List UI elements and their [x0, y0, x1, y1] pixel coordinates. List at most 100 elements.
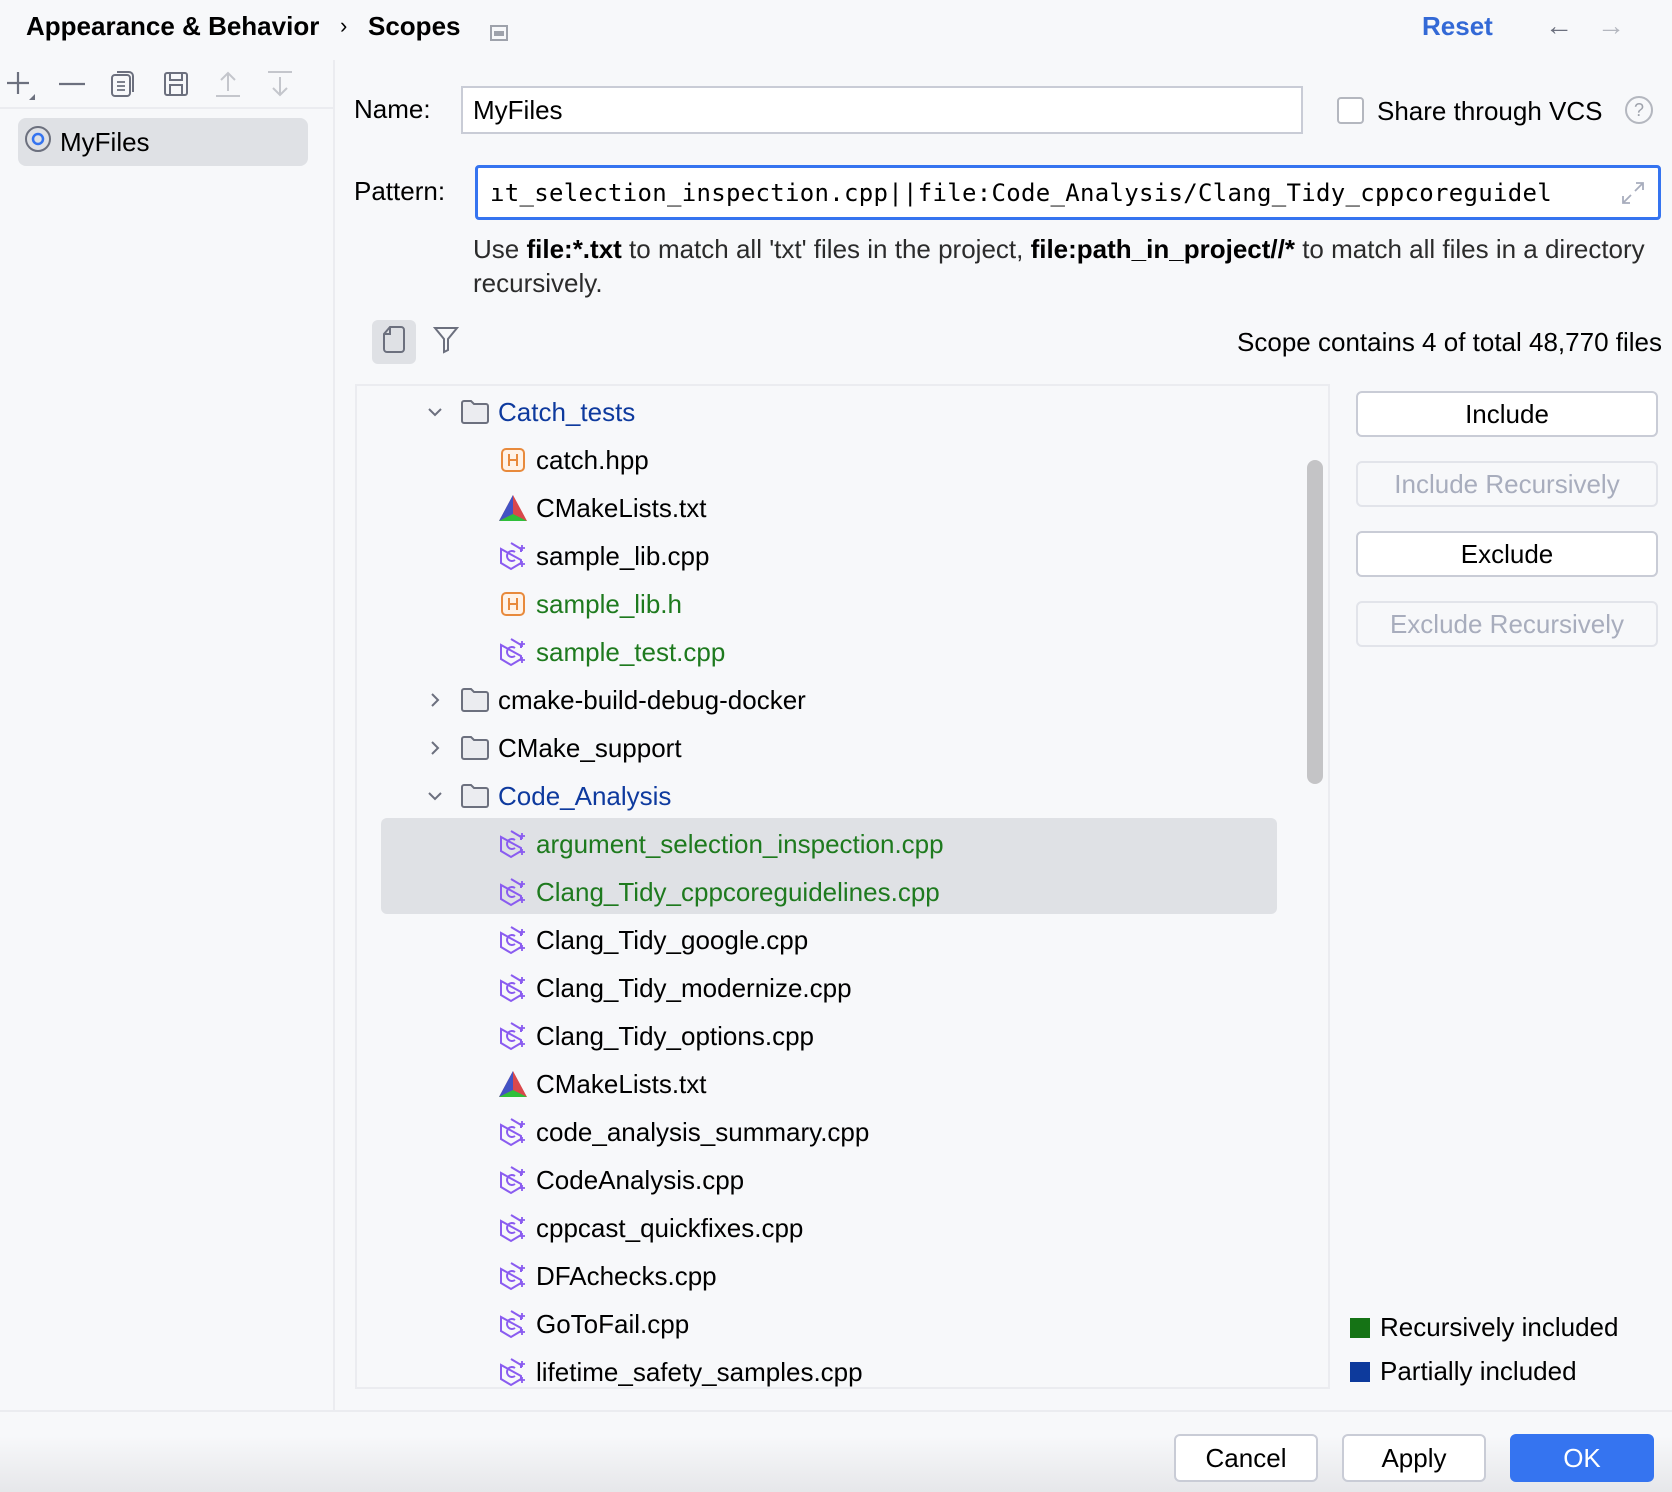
chevron-right-icon[interactable]	[424, 689, 446, 711]
move-up-icon[interactable]	[212, 68, 244, 100]
page-settings-icon[interactable]	[490, 17, 508, 41]
cmake-icon	[498, 493, 528, 523]
help-icon[interactable]: ?	[1625, 96, 1653, 124]
cpp-file-icon	[498, 1357, 528, 1387]
tree-file-row[interactable]: catch.hpp	[357, 436, 1287, 484]
tree-folder-row[interactable]: Code_Analysis	[357, 772, 1287, 820]
exclude-recursively-button[interactable]: Exclude Recursively	[1356, 601, 1658, 647]
add-icon[interactable]	[4, 68, 36, 100]
tree-file-row[interactable]: DFAchecks.cpp	[357, 1252, 1287, 1300]
breadcrumb-appearance-behavior[interactable]: Appearance & Behavior	[26, 8, 319, 44]
tree-item-label: Clang_Tidy_cppcoreguidelines.cpp	[536, 877, 940, 907]
reset-link[interactable]: Reset	[1422, 8, 1493, 44]
tree-file-row[interactable]: argument_selection_inspection.cpp	[357, 820, 1287, 868]
back-arrow-icon[interactable]: ←	[1545, 10, 1573, 42]
tree-file-row[interactable]: Clang_Tidy_options.cpp	[357, 1012, 1287, 1060]
tree-file-row[interactable]: code_analysis_summary.cpp	[357, 1108, 1287, 1156]
tree-item-label: cmake-build-debug-docker	[498, 685, 806, 715]
panel-divider[interactable]	[333, 60, 335, 1410]
cpp-file-icon	[498, 1309, 528, 1339]
scope-icon	[24, 125, 52, 160]
tree-file-row[interactable]: CMakeLists.txt	[357, 484, 1287, 532]
pattern-help-text: Use file:*.txt to match all 'txt' files …	[473, 234, 1645, 298]
scope-name: MyFiles	[60, 126, 150, 157]
apply-button[interactable]: Apply	[1342, 1434, 1486, 1482]
tree-file-row[interactable]: Clang_Tidy_cppcoreguidelines.cpp	[357, 868, 1287, 916]
include-recursively-button[interactable]: Include Recursively	[1356, 461, 1658, 507]
cpp-file-icon	[498, 541, 528, 571]
remove-icon[interactable]	[56, 68, 88, 100]
tree-item-label: CodeAnalysis.cpp	[536, 1165, 745, 1195]
legend-swatch-blue	[1350, 1361, 1370, 1382]
header-file-icon	[498, 589, 528, 619]
include-button[interactable]: Include	[1356, 391, 1658, 437]
tree-file-row[interactable]: sample_lib.cpp	[357, 532, 1287, 580]
cpp-file-icon	[498, 925, 528, 955]
tree-file-row[interactable]: Clang_Tidy_modernize.cpp	[357, 964, 1287, 1012]
tree-item-label: sample_lib.h	[536, 589, 682, 619]
tree-item-label: CMake_support	[498, 733, 682, 763]
tree-item-label: sample_lib.cpp	[536, 541, 710, 571]
tree-item-label: Code_Analysis	[498, 781, 672, 811]
tree-folder-row[interactable]: cmake-build-debug-docker	[357, 676, 1287, 724]
folder-icon	[460, 397, 490, 427]
exclude-button[interactable]: Exclude	[1356, 531, 1658, 577]
cpp-file-icon	[498, 973, 528, 1003]
tree-item-label: cppcast_quickfixes.cpp	[536, 1213, 804, 1243]
tree-item-label: code_analysis_summary.cpp	[536, 1117, 870, 1147]
expand-icon[interactable]	[1618, 178, 1648, 208]
tree-scrollbar[interactable]	[1307, 460, 1323, 784]
tree-file-row[interactable]: GoToFail.cpp	[357, 1300, 1287, 1348]
chevron-down-icon[interactable]	[424, 401, 446, 423]
tree-item-label: sample_test.cpp	[536, 637, 726, 667]
move-down-icon[interactable]	[264, 68, 296, 100]
name-input[interactable]	[461, 86, 1303, 134]
scope-list-item-myfiles[interactable]: MyFiles	[18, 118, 308, 166]
toolbar-divider	[0, 107, 333, 109]
legend-label: Partially included	[1380, 1356, 1577, 1386]
pattern-label: Pattern:	[354, 176, 446, 206]
pattern-value: ıt_selection_inspection.cpp||file:Code_A…	[490, 179, 1552, 207]
forward-arrow-icon[interactable]: →	[1597, 10, 1625, 42]
tree-item-label: DFAchecks.cpp	[536, 1261, 717, 1291]
legend-partially-included: Partially included	[1350, 1356, 1577, 1387]
share-vcs-checkbox[interactable]	[1337, 97, 1364, 124]
file-tree[interactable]: Catch_tests catch.hpp CMakeLists.txt sample…	[355, 384, 1330, 1389]
legend-swatch-green	[1350, 1317, 1370, 1338]
tree-item-label: catch.hpp	[536, 445, 649, 475]
tree-item-label: lifetime_safety_samples.cpp	[536, 1357, 863, 1387]
name-label: Name:	[354, 94, 431, 124]
tree-item-label: Catch_tests	[498, 397, 636, 427]
show-files-toggle[interactable]	[372, 320, 416, 364]
tree-file-row[interactable]: CMakeLists.txt	[357, 1060, 1287, 1108]
tree-item-label: CMakeLists.txt	[536, 493, 707, 523]
filter-icon	[432, 324, 460, 361]
tree-file-row[interactable]: CodeAnalysis.cpp	[357, 1156, 1287, 1204]
tree-folder-row[interactable]: CMake_support	[357, 724, 1287, 772]
save-icon[interactable]	[160, 68, 192, 100]
pattern-input[interactable]: ıt_selection_inspection.cpp||file:Code_A…	[475, 165, 1661, 220]
cpp-file-icon	[498, 1261, 528, 1291]
tree-file-row[interactable]: sample_test.cpp	[357, 628, 1287, 676]
share-vcs-label[interactable]: Share through VCS	[1377, 95, 1602, 127]
chevron-right-icon[interactable]	[424, 737, 446, 759]
tree-item-label: GoToFail.cpp	[536, 1309, 690, 1339]
copy-icon[interactable]	[108, 68, 140, 100]
tree-file-row[interactable]: Clang_Tidy_google.cpp	[357, 916, 1287, 964]
file-icon	[381, 324, 407, 361]
ok-button[interactable]: OK	[1510, 1434, 1654, 1482]
tree-item-label: argument_selection_inspection.cpp	[536, 829, 944, 859]
tree-file-row[interactable]: cppcast_quickfixes.cpp	[357, 1204, 1287, 1252]
tree-file-row[interactable]: lifetime_safety_samples.cpp	[357, 1348, 1287, 1387]
tree-file-row[interactable]: sample_lib.h	[357, 580, 1287, 628]
cancel-button[interactable]: Cancel	[1174, 1434, 1318, 1482]
tree-folder-row[interactable]: Catch_tests	[357, 388, 1287, 436]
tree-item-label: CMakeLists.txt	[536, 1069, 707, 1099]
cmake-icon	[498, 1069, 528, 1099]
chevron-down-icon[interactable]	[424, 785, 446, 807]
filter-button[interactable]	[424, 320, 468, 364]
folder-icon	[460, 685, 490, 715]
header-file-icon	[498, 445, 528, 475]
scope-file-count: Scope contains 4 of total 48,770 files	[1237, 327, 1662, 357]
cpp-file-icon	[498, 637, 528, 667]
